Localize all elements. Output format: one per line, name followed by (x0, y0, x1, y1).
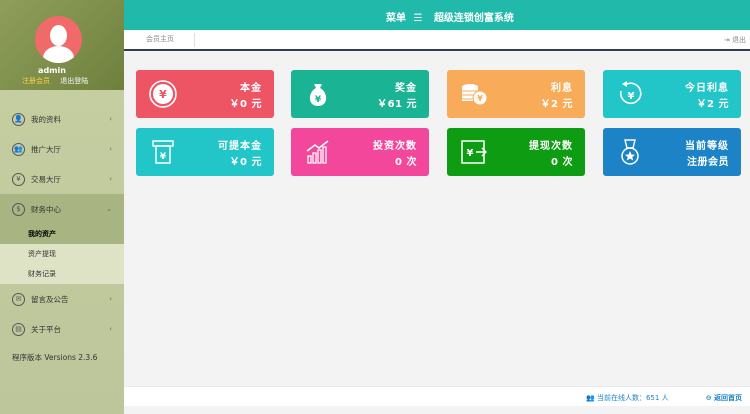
card-interest[interactable]: ¥ 利息 ￥2 元 (447, 70, 585, 118)
atm-icon: ¥ (152, 140, 174, 164)
online-count: 👥 当前在线人数：651 人 (586, 394, 669, 402)
message-icon: ✉ (12, 292, 25, 306)
coins-icon: ¥ (462, 84, 488, 106)
card-withdrawable[interactable]: ¥ 可提本金 ￥0 元 (136, 128, 274, 176)
submenu-item-my-assets[interactable]: 我的资产 (0, 224, 124, 244)
sidebar-item-label: 财务中心 (31, 204, 61, 214)
card-withdraw-count[interactable]: ¥ 提现次数 0 次 (447, 128, 585, 176)
card-title: 本金 (240, 83, 262, 94)
growth-chart-icon (306, 140, 329, 164)
money-icon: $ (12, 202, 25, 216)
sidebar-menu: 👤 我的资料 ‹ 👥 推广大厅 ‹ ¥ 交易大厅 ‹ $ 财务中心 ⌄ 我的资产… (0, 104, 124, 344)
card-principal[interactable]: ¥ 本金 ￥0 元 (136, 70, 274, 118)
user-icon: 👤 (12, 112, 25, 126)
sidebar-item-messages[interactable]: ✉ 留言及公告 ‹ (0, 284, 124, 314)
card-title: 提现次数 (529, 141, 573, 152)
card-value: ￥2 元 (696, 99, 729, 110)
card-value: 0 次 (551, 157, 573, 168)
svg-text:¥: ¥ (160, 152, 167, 162)
sidebar-item-label: 交易大厅 (31, 174, 61, 184)
card-value: ￥2 元 (540, 99, 573, 110)
medal-icon (621, 139, 639, 165)
card-today-interest[interactable]: ¥ 今日利息 ￥2 元 (603, 70, 741, 118)
card-title: 奖金 (395, 83, 417, 94)
system-title: 超级连锁创富系统 (433, 13, 514, 24)
sidebar-item-label: 我的资料 (31, 114, 61, 124)
chevron-left-icon: ‹ (109, 115, 112, 123)
money-bag-icon: ¥ (309, 84, 327, 106)
book-icon: ▤ (12, 322, 25, 336)
chevron-left-icon: ‹ (109, 175, 112, 183)
card-invest-count[interactable]: 投资次数 0 次 (291, 128, 429, 176)
yen-circle-icon: ¥ (149, 80, 177, 108)
svg-text:¥: ¥ (628, 91, 635, 102)
menu-toggle[interactable]: 菜单 ☰ 超级连锁创富系统 (386, 9, 514, 24)
card-value: 注册会员 (687, 157, 729, 168)
card-title: 利息 (551, 83, 573, 94)
back-arrow-icon: ⊖ (705, 394, 712, 402)
users-icon: 👥 (12, 142, 25, 156)
card-current-level[interactable]: 当前等级 注册会员 (603, 128, 741, 176)
tab-bar: 会员主页 ⇥ 退出 (124, 30, 750, 51)
sidebar-item-label: 推广大厅 (31, 144, 61, 154)
sidebar-item-promotion[interactable]: 👥 推广大厅 ‹ (0, 134, 124, 164)
chevron-left-icon: ‹ (109, 145, 112, 153)
svg-text:¥: ¥ (315, 95, 322, 105)
sidebar-item-trade[interactable]: ¥ 交易大厅 ‹ (0, 164, 124, 194)
finance-submenu: 我的资产 资产提现 财务记录 (0, 224, 124, 284)
avatar[interactable] (35, 16, 82, 63)
svg-text:¥: ¥ (467, 148, 474, 159)
sidebar-item-about[interactable]: ▤ 关于平台 ‹ (0, 314, 124, 344)
footer: 👥 当前在线人数：651 人 ⊖ 返回首页 (124, 386, 750, 406)
sidebar-item-label: 关于平台 (31, 324, 61, 334)
card-title: 可提本金 (218, 141, 262, 152)
sidebar-item-finance[interactable]: $ 财务中心 ⌄ (0, 194, 124, 224)
card-title: 今日利息 (685, 83, 729, 94)
svg-text:¥: ¥ (477, 94, 483, 103)
logout-icon: ⇥ (723, 36, 730, 44)
top-header: 菜单 ☰ 超级连锁创富系统 (124, 0, 750, 30)
member-level: 注册会员 (22, 77, 50, 85)
yen-refresh-icon: ¥ (619, 81, 642, 105)
sidebar-item-profile[interactable]: 👤 我的资料 ‹ (0, 104, 124, 134)
hamburger-icon: ☰ (413, 13, 423, 24)
logout-link[interactable]: 退出登陆 (60, 77, 88, 85)
yen-icon: ¥ (12, 172, 25, 186)
card-value: ￥61 元 (377, 99, 417, 110)
card-value: ￥0 元 (229, 157, 262, 168)
version-text: 程序版本 Versions 2.3.6 (12, 353, 98, 362)
chevron-down-icon: ⌄ (106, 205, 112, 213)
submenu-item-records[interactable]: 财务记录 (0, 264, 124, 284)
profile-panel: admin 注册会员 退出登陆 (0, 0, 124, 90)
svg-text:¥: ¥ (159, 88, 167, 101)
logout-button[interactable]: ⇥ 退出 (724, 35, 746, 45)
menu-label: 菜单 (386, 13, 406, 24)
tab-member-home[interactable]: 会员主页 (146, 34, 174, 44)
card-title: 当前等级 (685, 141, 729, 152)
card-bonus[interactable]: ¥ 奖金 ￥61 元 (291, 70, 429, 118)
online-users-icon: 👥 (586, 394, 595, 402)
withdraw-icon: ¥ (461, 140, 488, 164)
tab-divider (194, 33, 195, 47)
username: admin (38, 66, 66, 75)
card-value: ￥0 元 (229, 99, 262, 110)
sidebar: admin 注册会员 退出登陆 👤 我的资料 ‹ 👥 推广大厅 ‹ ¥ 交易大厅… (0, 0, 124, 414)
card-title: 投资次数 (373, 141, 417, 152)
back-home-button[interactable]: ⊖ 返回首页 (706, 393, 742, 403)
chevron-left-icon: ‹ (109, 295, 112, 303)
card-value: 0 次 (395, 157, 417, 168)
submenu-item-withdraw[interactable]: 资产提现 (0, 244, 124, 264)
chevron-left-icon: ‹ (109, 325, 112, 333)
sidebar-item-label: 留言及公告 (31, 294, 69, 304)
